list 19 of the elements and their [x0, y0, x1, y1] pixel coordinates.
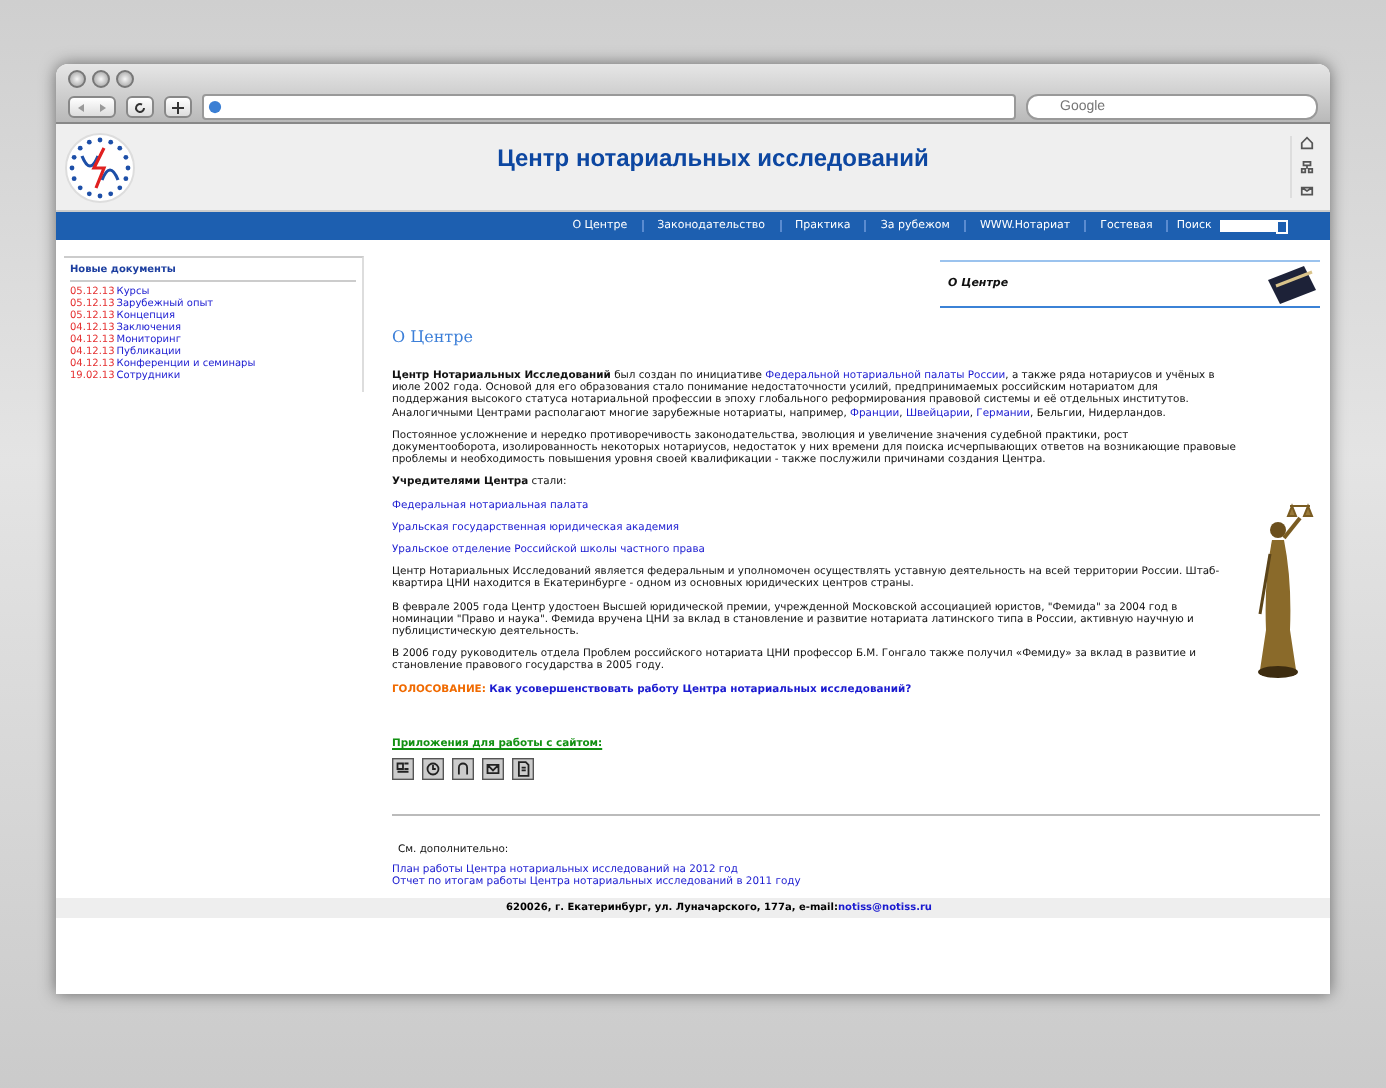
page-title: О Центре	[392, 328, 475, 346]
back-forward-button[interactable]	[68, 96, 116, 118]
home-icon[interactable]	[1300, 136, 1314, 150]
plus-icon	[172, 101, 184, 113]
site-search-field[interactable]	[1219, 220, 1276, 232]
reload-button[interactable]	[126, 96, 154, 118]
site-title: Центр нотариальных исследований	[495, 143, 931, 171]
mail-icon[interactable]	[1300, 184, 1314, 198]
globe-icon	[208, 100, 222, 114]
envelope-icon[interactable]	[482, 758, 504, 781]
add-button[interactable]	[164, 96, 192, 118]
horseshoe-icon[interactable]	[452, 758, 474, 781]
document-icon[interactable]	[512, 758, 534, 781]
logo-icon	[64, 131, 136, 203]
address-field[interactable]	[202, 94, 1016, 120]
sitemap-icon[interactable]	[1300, 160, 1314, 174]
reload-icon	[134, 101, 146, 113]
clock-icon[interactable]	[422, 758, 444, 781]
arrows-icon	[76, 101, 108, 113]
